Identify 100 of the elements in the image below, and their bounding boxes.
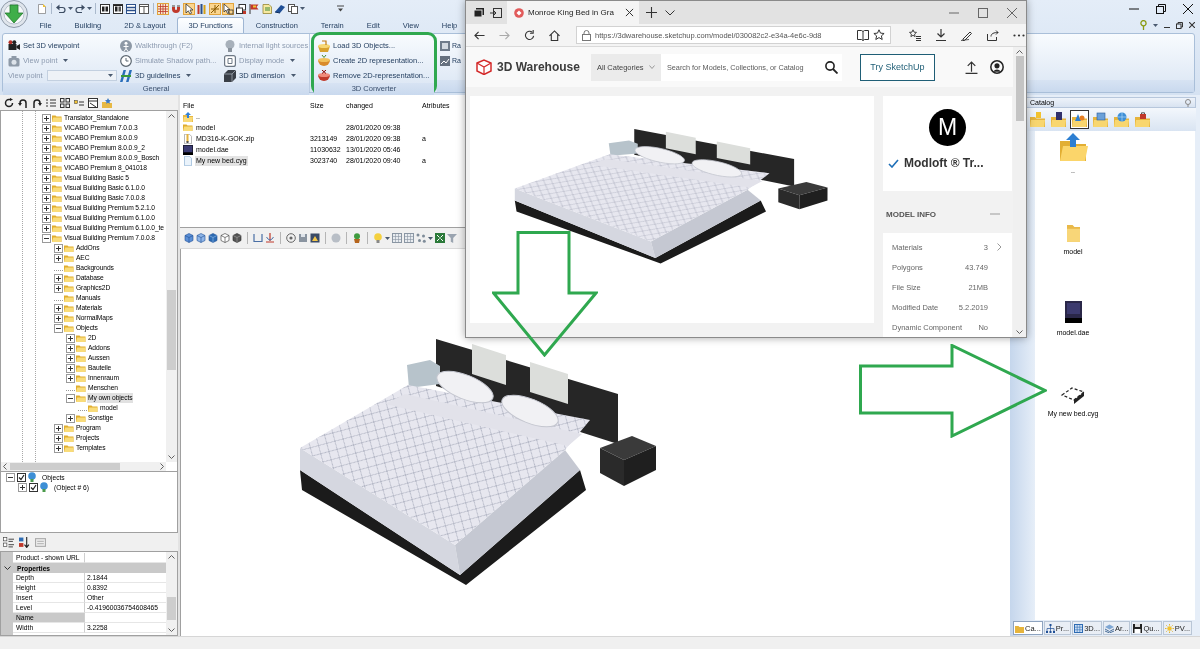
expand-icon[interactable]	[54, 283, 63, 293]
perspective-view-icon[interactable]	[112, 2, 124, 15]
caret-icon[interactable]	[87, 7, 92, 10]
chevron-right-icon[interactable]	[997, 243, 1002, 251]
scroll-right-icon[interactable]	[160, 463, 164, 470]
expand-icon[interactable]	[42, 123, 51, 133]
refresh-icon[interactable]	[4, 97, 14, 108]
folder-shapes-icon[interactable]	[1070, 110, 1089, 129]
expand-icon[interactable]	[42, 153, 51, 163]
expand-icon[interactable]	[66, 353, 75, 363]
expand-icon[interactable]	[54, 303, 63, 313]
expand-icon[interactable]	[66, 413, 75, 423]
collapse-icon[interactable]	[66, 393, 75, 403]
caret-icon[interactable]	[300, 7, 305, 10]
user-icon[interactable]	[989, 60, 1004, 74]
restore-icon[interactable]	[1176, 21, 1183, 29]
bed-outline-icon[interactable]	[1060, 386, 1086, 404]
chevron-down-icon[interactable]	[665, 9, 675, 16]
expand-icon[interactable]	[42, 213, 51, 223]
plus-icon[interactable]	[646, 7, 657, 18]
close-icon[interactable]	[1183, 3, 1193, 14]
grid-icon[interactable]	[392, 233, 402, 243]
anchor-icon[interactable]	[265, 233, 275, 243]
collapse-icon[interactable]	[6, 472, 15, 482]
app-menu-icon[interactable]	[0, 0, 28, 28]
scrollbar-thumb[interactable]	[10, 463, 120, 470]
scrollbar-thumb[interactable]	[167, 597, 176, 620]
cube-icon[interactable]	[196, 233, 206, 243]
pin-icon[interactable]	[1184, 98, 1192, 107]
pin-icon[interactable]	[1140, 20, 1147, 30]
expand-icon[interactable]	[42, 173, 51, 183]
curved-arrow-icon[interactable]	[32, 97, 42, 108]
browser-tab[interactable]: Monroe King Bed in Gra	[507, 1, 639, 24]
grid-icon[interactable]	[157, 2, 169, 15]
scrollbar[interactable]	[1013, 47, 1026, 337]
grid-icon[interactable]	[404, 233, 414, 243]
tabs-icon[interactable]	[473, 6, 485, 19]
scrollbar-thumb[interactable]	[167, 290, 176, 370]
scroll-down-icon[interactable]	[168, 628, 175, 632]
collapse-icon[interactable]	[54, 323, 63, 333]
restore-icon[interactable]	[1156, 3, 1166, 14]
expand-icon[interactable]	[42, 133, 51, 143]
redo-icon[interactable]	[74, 2, 86, 15]
search-icon[interactable]	[824, 60, 838, 74]
book-icon[interactable]	[857, 29, 869, 41]
plan-view-icon[interactable]	[99, 2, 111, 15]
star-icon[interactable]	[873, 29, 885, 41]
cube-icon[interactable]	[208, 233, 218, 243]
expand-icon[interactable]	[54, 273, 63, 283]
lines-icon[interactable]	[125, 2, 137, 15]
document-icon[interactable]	[36, 2, 48, 15]
expand-icon[interactable]	[42, 143, 51, 153]
collapse-icon[interactable]	[42, 233, 51, 243]
expand-icon[interactable]	[54, 243, 63, 253]
caret-icon[interactable]	[385, 236, 390, 240]
dots-icon[interactable]	[416, 233, 426, 243]
expand-icon[interactable]	[66, 363, 75, 373]
expand-icon[interactable]	[54, 313, 63, 323]
scroll-up-icon[interactable]	[168, 114, 175, 118]
upload-icon[interactable]	[964, 60, 978, 74]
pen-icon[interactable]	[961, 29, 973, 41]
tab-aside-icon[interactable]	[490, 6, 502, 19]
customize-icon[interactable]	[336, 4, 345, 13]
expand-icon[interactable]	[42, 113, 51, 123]
expand-icon[interactable]	[54, 253, 63, 263]
tiles-icon[interactable]	[60, 97, 70, 108]
maximize-icon[interactable]	[978, 7, 988, 18]
bulb-icon[interactable]	[373, 233, 383, 243]
folder-lock-icon[interactable]	[1133, 110, 1152, 129]
close-icon[interactable]	[625, 8, 634, 17]
scrollbar[interactable]	[166, 552, 177, 635]
plant-icon[interactable]	[352, 233, 362, 243]
bars-icon[interactable]	[196, 2, 208, 15]
caret-icon[interactable]	[290, 74, 296, 77]
pen-icon[interactable]	[274, 2, 286, 15]
magnet-icon[interactable]	[170, 2, 182, 15]
expand-icon[interactable]	[18, 482, 27, 492]
expand-icon[interactable]	[66, 333, 75, 343]
window-icon[interactable]	[138, 2, 150, 15]
tab-title[interactable]: Monroe King Bed in Gra	[528, 8, 621, 17]
expand-icon[interactable]	[42, 203, 51, 213]
scroll-up-icon[interactable]	[168, 555, 175, 559]
expand-icon[interactable]	[66, 343, 75, 353]
expand-icon[interactable]	[66, 373, 75, 383]
curved-arrow-icon[interactable]	[18, 97, 28, 108]
copy-icon[interactable]	[287, 2, 299, 15]
picture-icon[interactable]	[310, 233, 320, 243]
expand-icon[interactable]	[42, 223, 51, 233]
flag-icon[interactable]	[248, 2, 260, 15]
caret-icon[interactable]	[68, 7, 73, 10]
expand-icon[interactable]	[54, 423, 63, 433]
folder-window-icon[interactable]	[1049, 110, 1068, 129]
more-icon[interactable]	[1013, 33, 1025, 37]
back-icon[interactable]	[474, 29, 485, 41]
checkbox[interactable]	[29, 482, 38, 492]
expand-icon[interactable]	[54, 433, 63, 443]
expand-icon[interactable]	[42, 163, 51, 173]
windows-icon[interactable]	[235, 2, 247, 15]
scroll-left-icon[interactable]	[3, 463, 7, 470]
cursor-icon[interactable]	[183, 2, 195, 15]
